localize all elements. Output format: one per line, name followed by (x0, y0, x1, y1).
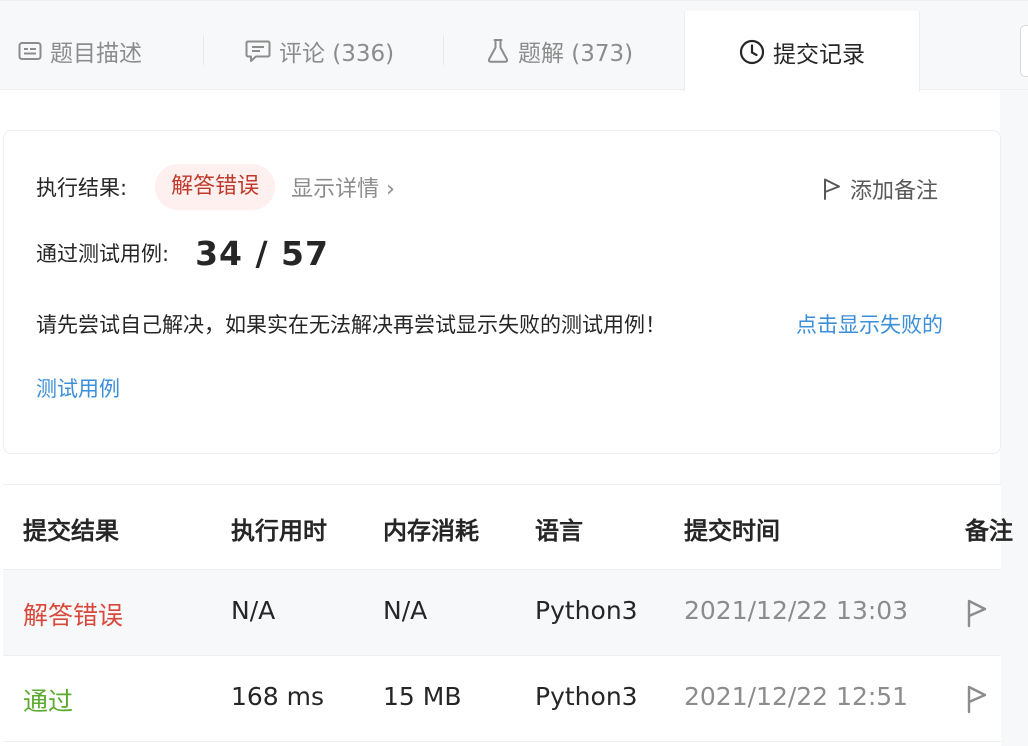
memory-cell: 15 MB (383, 682, 462, 711)
tab-submissions[interactable]: 提交记录 (684, 11, 920, 92)
show-failed-case-link-cont[interactable]: 测试用例 (36, 373, 120, 403)
show-failed-case-link[interactable]: 点击显示失败的 (796, 309, 943, 339)
tab-label: 题解 (373) (518, 41, 634, 67)
flask-icon (486, 38, 510, 64)
tab-description[interactable]: 题目描述 (18, 11, 142, 91)
add-note-label: 添加备注 (850, 179, 939, 204)
column-header[interactable]: 提交结果 (23, 511, 119, 546)
show-details-link[interactable]: 显示详情 › (291, 171, 395, 203)
column-header[interactable]: 提交时间 (684, 511, 780, 546)
description-icon (18, 41, 42, 61)
result-cell[interactable]: 解答错误 (23, 596, 123, 632)
table-row[interactable]: 通过 168 ms 15 MB Python3 2021/12/22 12:51 (3, 656, 1001, 742)
add-note-button[interactable]: 添加备注 (822, 173, 938, 205)
tab-label: 评论 (336) (279, 41, 395, 67)
status-label: 执行结果: (36, 176, 128, 200)
column-header: 备注 (965, 517, 1013, 545)
tab-bar: 题目描述 评论 (336) 题解 (373) 提交记录 (0, 0, 1028, 92)
right-gutter (1000, 90, 1028, 746)
memory-cell: N/A (383, 596, 428, 625)
status-row: 执行结果: 解答错误 显示详情 › (36, 163, 395, 211)
hint-text: 请先尝试自己解决，如果实在无法解决再尝试显示失败的测试用例！ (36, 313, 666, 337)
tab-divider (203, 35, 204, 65)
column-header[interactable]: 内存消耗 (383, 511, 479, 546)
language-cell: Python3 (535, 596, 638, 625)
flag-icon (822, 177, 842, 201)
tab-label: 提交记录 (773, 41, 865, 68)
column-header[interactable]: 执行用时 (231, 511, 327, 546)
submit-time-cell: 2021/12/22 13:03 (684, 596, 909, 625)
tab-comments[interactable]: 评论 (336) (245, 11, 394, 91)
passed-count: 34 / 57 (195, 233, 329, 273)
clock-icon (739, 39, 765, 65)
flag-icon[interactable] (965, 598, 989, 634)
tab-label: 题目描述 (50, 41, 142, 67)
comment-icon (245, 39, 271, 63)
panel-toggle-button[interactable] (1020, 25, 1028, 77)
submit-time-cell: 2021/12/22 12:51 (684, 682, 909, 711)
tab-solutions[interactable]: 题解 (373) (486, 11, 633, 91)
passed-label: 通过测试用例: (36, 242, 170, 266)
column-header[interactable]: 语言 (535, 511, 583, 546)
submission-page: 题目描述 评论 (336) 题解 (373) 提交记录 执行结果: 解答错误 显… (0, 0, 1028, 746)
table-header: 提交结果 执行用时 内存消耗 语言 提交时间 备注 (3, 485, 1013, 570)
runtime-cell: 168 ms (231, 682, 325, 711)
flag-icon[interactable] (965, 684, 989, 720)
status-badge: 解答错误 (155, 164, 276, 210)
tab-divider (443, 35, 444, 65)
passed-row: 通过测试用例: 34 / 57 (36, 231, 329, 275)
result-card: 执行结果: 解答错误 显示详情 › 添加备注 通过测试用例: 34 / 57 请… (3, 130, 1001, 454)
result-cell[interactable]: 通过 (23, 682, 73, 718)
submission-table: 提交结果 执行用时 内存消耗 语言 提交时间 备注 解答错误 N/A N/A P… (3, 484, 1013, 746)
runtime-cell: N/A (231, 596, 276, 625)
table-row[interactable]: 解答错误 N/A N/A Python3 2021/12/22 13:03 (3, 570, 1001, 656)
language-cell: Python3 (535, 682, 638, 711)
